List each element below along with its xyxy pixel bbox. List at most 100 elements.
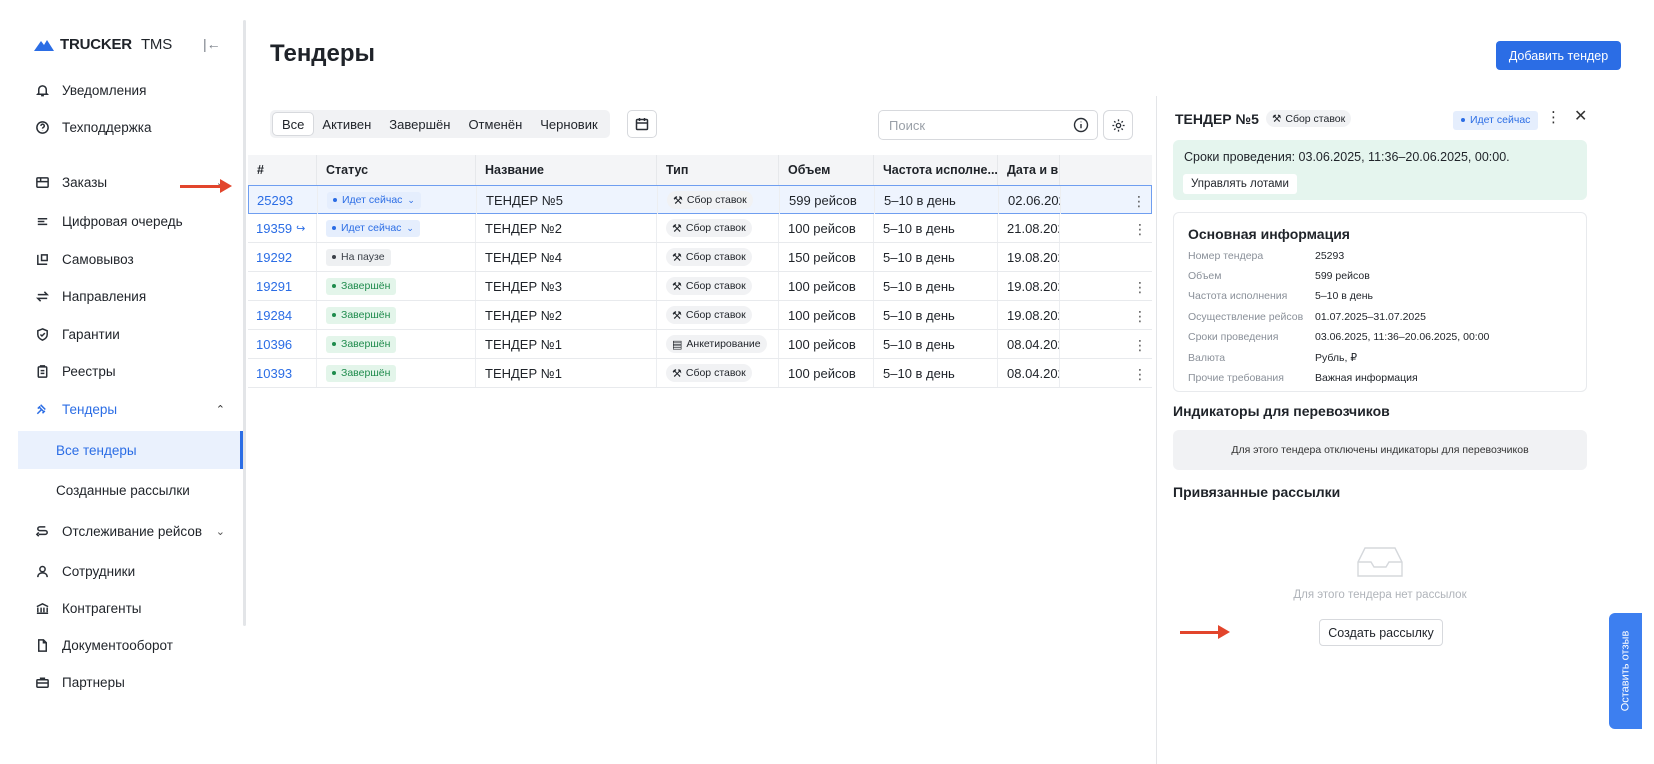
gavel-icon xyxy=(34,401,50,417)
cell-freq: 5–10 в день xyxy=(874,330,998,358)
row-more-options-icon[interactable]: ⋮ xyxy=(1132,186,1146,216)
sidebar-item-documents[interactable]: Документооборот xyxy=(0,626,243,664)
table-row[interactable]: 19284 Завершён ТЕНДЕР №2 ⚒ Сбор ставок 100 ре… xyxy=(248,301,1152,330)
sidebar-item-orders[interactable]: Заказы ⌄ xyxy=(0,163,243,201)
cell-id[interactable]: 10396 xyxy=(248,330,317,358)
status-label: Завершён xyxy=(341,309,391,321)
table-row[interactable]: 19359 ↪ Идет сейчас ⌄ ТЕНДЕР №2 ⚒ Сбор ставок… xyxy=(248,214,1152,243)
row-more-options-icon[interactable]: ⋮ xyxy=(1133,214,1147,244)
clipboard-icon: ▤ xyxy=(672,338,683,351)
column-header-date[interactable]: Дата и вр xyxy=(998,155,1060,185)
collapse-sidebar-icon[interactable]: |← xyxy=(203,36,221,52)
tender-id-link[interactable]: 25293 xyxy=(257,193,293,208)
sidebar-item-counterparties[interactable]: Контрагенты xyxy=(0,589,243,627)
feedback-button[interactable]: Оставить отзыв xyxy=(1609,613,1642,729)
tender-id-link[interactable]: 19284 xyxy=(256,308,292,323)
column-header-volume[interactable]: Объем xyxy=(779,155,874,185)
panel-status-badge: Идет сейчас xyxy=(1453,110,1539,130)
search-input[interactable]: Поиск xyxy=(878,110,1098,140)
more-options-icon[interactable]: ⋮ xyxy=(1546,108,1561,126)
cell-volume: 150 рейсов xyxy=(779,243,874,271)
sidebar-sub-created-mailings[interactable]: Созданные рассылки xyxy=(18,471,243,509)
date-filter-button[interactable] xyxy=(627,110,657,138)
tender-id-link[interactable]: 10396 xyxy=(256,337,292,352)
sidebar-item-partners[interactable]: Партнеры xyxy=(0,663,243,701)
sidebar-item-notifications[interactable]: Уведомления xyxy=(0,71,243,109)
indicators-disabled-notice: Для этого тендера отключены индикаторы д… xyxy=(1173,430,1587,470)
sidebar-item-pickup[interactable]: Самовывоз xyxy=(0,240,243,278)
gavel-icon: ⚒ xyxy=(672,367,682,380)
sidebar-item-tenders[interactable]: Тендеры ⌃ xyxy=(0,390,243,428)
briefcase-icon xyxy=(34,674,50,690)
info-row: Прочие требования Важная информация xyxy=(1188,372,1418,384)
panel-type-chip: ⚒ Сбор ставок xyxy=(1265,110,1352,127)
sidebar-item-label: Сотрудники xyxy=(62,563,136,579)
close-icon[interactable]: ✕ xyxy=(1574,106,1587,126)
cell-volume: 100 рейсов xyxy=(779,214,874,242)
table-row[interactable]: 19291 Завершён ТЕНДЕР №3 ⚒ Сбор ставок 100 ре… xyxy=(248,272,1152,301)
sidebar-sub-label: Созданные рассылки xyxy=(56,482,190,498)
sidebar-item-directions[interactable]: Направления xyxy=(0,277,243,315)
add-tender-button[interactable]: Добавить тендер xyxy=(1496,41,1621,70)
cell-id[interactable]: 19359 ↪ xyxy=(248,214,317,242)
manage-lots-button[interactable]: Управлять лотами xyxy=(1183,174,1297,194)
cell-id[interactable]: 19284 xyxy=(248,301,317,329)
info-value: 599 рейсов xyxy=(1315,270,1370,282)
table-row[interactable]: 25293 Идет сейчас ⌄ ТЕНДЕР №5 ⚒ Сбор ставок 59… xyxy=(248,185,1152,214)
table-row[interactable]: 19292 На паузе ТЕНДЕР №4 ⚒ Сбор ставок 150 ре… xyxy=(248,243,1152,272)
status-badge[interactable]: Идет сейчас ⌄ xyxy=(327,191,421,209)
cell-freq: 5–10 в день xyxy=(875,186,999,214)
sidebar-item-employees[interactable]: Сотрудники xyxy=(0,552,243,590)
sidebar-sub-all-tenders[interactable]: Все тендеры xyxy=(18,431,243,469)
cell-volume: 100 рейсов xyxy=(779,301,874,329)
cell-date: 02.06.202 xyxy=(999,186,1061,214)
column-header-type[interactable]: Тип xyxy=(657,155,779,185)
tender-id-link[interactable]: 10393 xyxy=(256,366,292,381)
tender-id-link[interactable]: 19359 xyxy=(256,221,292,236)
sidebar-item-label: Самовывоз xyxy=(62,251,134,267)
cell-status: Идет сейчас ⌄ xyxy=(318,186,477,214)
tab-active[interactable]: Активен xyxy=(313,113,380,135)
column-header-id[interactable]: # xyxy=(248,155,317,185)
column-header-frequency[interactable]: Частота исполне... xyxy=(874,155,998,185)
info-icon[interactable] xyxy=(1073,117,1089,133)
logo[interactable]: TRUCKER TMS xyxy=(34,36,172,53)
sidebar-item-tracking[interactable]: Отслеживание рейсов ⌄ xyxy=(0,512,243,550)
cell-date: 19.08.202 xyxy=(998,272,1060,300)
cell-id[interactable]: 19292 xyxy=(248,243,317,271)
tender-id-link[interactable]: 19292 xyxy=(256,250,292,265)
create-mailing-button[interactable]: Создать рассылку xyxy=(1319,619,1443,646)
cell-id[interactable]: 19291 xyxy=(248,272,317,300)
tab-draft[interactable]: Черновик xyxy=(531,113,606,135)
sidebar-item-guarantees[interactable]: Гарантии xyxy=(0,315,243,353)
sidebar-item-registries[interactable]: Реестры xyxy=(0,352,243,390)
sidebar-item-digital-queue[interactable]: Цифровая очередь xyxy=(0,202,243,240)
cell-id[interactable]: 25293 xyxy=(249,186,318,214)
table-row[interactable]: 10393 Завершён ТЕНДЕР №1 ⚒ Сбор ставок 100 ре… xyxy=(248,359,1152,388)
row-more-options-icon[interactable]: ⋮ xyxy=(1133,359,1147,389)
sidebar-item-label: Заказы xyxy=(62,174,108,190)
gavel-icon: ⚒ xyxy=(672,222,682,235)
cell-status: Завершён xyxy=(317,301,476,329)
column-header-name[interactable]: Название xyxy=(476,155,657,185)
row-more-options-icon[interactable]: ⋮ xyxy=(1133,330,1147,360)
sidebar-item-support[interactable]: Техподдержка xyxy=(0,108,243,146)
tab-cancelled[interactable]: Отменён xyxy=(459,113,531,135)
table-row[interactable]: 10396 Завершён ТЕНДЕР №1 ▤ Анкетирование 100 … xyxy=(248,330,1152,359)
sidebar-item-label: Реестры xyxy=(62,363,116,379)
tab-completed[interactable]: Завершён xyxy=(380,113,459,135)
route-icon xyxy=(34,523,50,539)
status-badge[interactable]: Идет сейчас ⌄ xyxy=(326,219,420,237)
table-settings-button[interactable] xyxy=(1103,110,1133,140)
sidebar-scrollbar[interactable] xyxy=(243,20,246,626)
cell-id[interactable]: 10393 xyxy=(248,359,317,387)
sidebar-item-label: Документооборот xyxy=(62,637,173,653)
row-more-options-icon[interactable]: ⋮ xyxy=(1133,272,1147,302)
tender-id-link[interactable]: 19291 xyxy=(256,279,292,294)
row-more-options-icon[interactable]: ⋮ xyxy=(1133,301,1147,331)
cell-volume: 100 рейсов xyxy=(779,272,874,300)
column-header-status[interactable]: Статус xyxy=(317,155,476,185)
status-badge: Завершён xyxy=(326,306,397,324)
tab-all[interactable]: Все xyxy=(273,113,314,135)
status-label: Идет сейчас xyxy=(341,222,402,234)
